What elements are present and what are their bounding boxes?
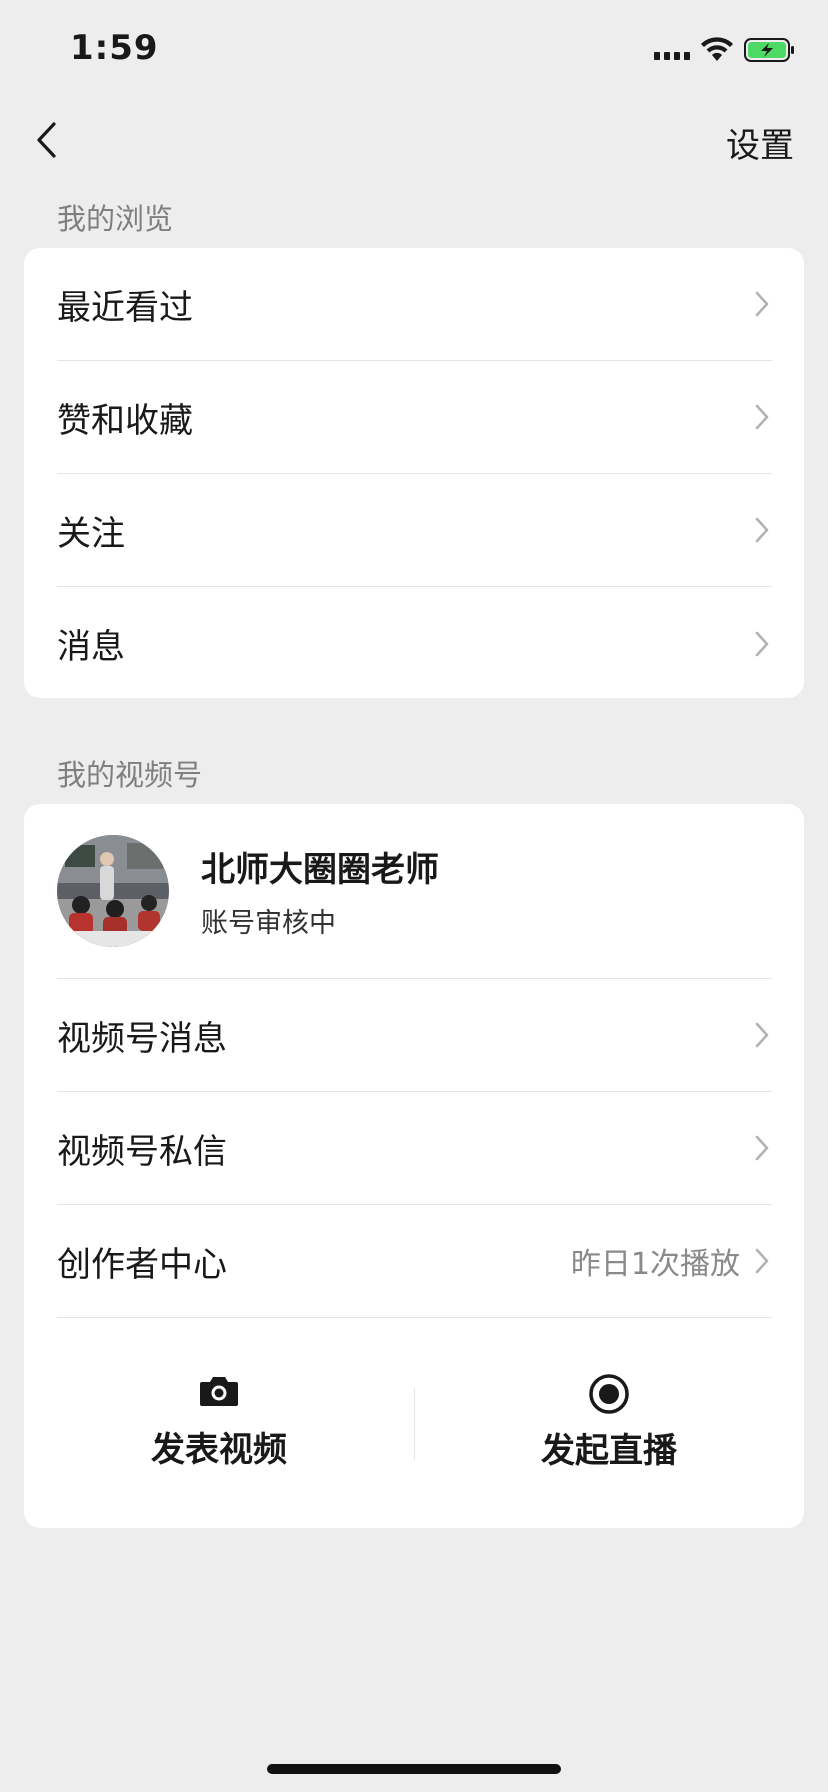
chevron-right-icon [754, 1246, 772, 1276]
row-label: 视频号私信 [57, 1131, 227, 1172]
row-label: 赞和收藏 [57, 400, 193, 441]
nav-bar: 设置 [0, 100, 828, 180]
post-video-label: 发表视频 [151, 1429, 287, 1470]
settings-link[interactable]: 设置 [726, 118, 794, 167]
profile-text: 北师大圈圈老师 账号审核中 [201, 842, 439, 940]
creator-center-row[interactable]: 创作者中心 昨日1次播放 [57, 1205, 772, 1318]
action-divider [414, 1388, 415, 1460]
wifi-icon [701, 37, 733, 61]
battery-charging-icon [744, 38, 794, 62]
channels-card: 北师大圈圈老师 账号审核中 视频号消息 视频号私信 创作者中心 昨日1次播放 发… [24, 804, 804, 1528]
go-live-label: 发起直播 [541, 1430, 677, 1471]
channels-section-title: 我的视频号 [57, 758, 203, 792]
row-label: 视频号消息 [57, 1018, 227, 1059]
home-indicator[interactable] [267, 1764, 561, 1774]
status-icons [654, 36, 796, 64]
live-record-icon [589, 1373, 629, 1414]
status-time: 1:59 [70, 28, 159, 68]
following-row[interactable]: 关注 [57, 474, 772, 587]
account-status: 账号审核中 [201, 908, 336, 939]
back-button[interactable] [24, 114, 68, 166]
channel-profile[interactable]: 北师大圈圈老师 账号审核中 [57, 804, 772, 979]
chevron-right-icon [754, 1133, 772, 1163]
chevron-right-icon [754, 402, 772, 432]
chevron-right-icon [754, 289, 772, 319]
channel-actions: 发表视频 发起直播 [24, 1318, 804, 1526]
channel-messages-row[interactable]: 视频号消息 [57, 979, 772, 1092]
status-bar: 1:59 [0, 0, 828, 100]
recently-viewed-row[interactable]: 最近看过 [57, 248, 772, 361]
row-label: 消息 [57, 627, 125, 667]
browsing-card: 最近看过 赞和收藏 关注 消息 [24, 248, 804, 698]
chevron-right-icon [754, 629, 772, 659]
row-label: 最近看过 [57, 287, 193, 328]
likes-favorites-row[interactable]: 赞和收藏 [57, 361, 772, 474]
back-chevron-icon [37, 122, 56, 158]
channel-private-messages-row[interactable]: 视频号私信 [57, 1092, 772, 1205]
cellular-signal-icon [654, 40, 690, 60]
channel-name: 北师大圈圈老师 [201, 850, 439, 890]
messages-row[interactable]: 消息 [57, 587, 772, 700]
camera-icon [200, 1376, 238, 1406]
browsing-section-title: 我的浏览 [57, 202, 174, 236]
creator-center-stat: 昨日1次播放 [570, 1247, 740, 1282]
row-label: 关注 [57, 513, 125, 554]
chevron-right-icon [754, 1020, 772, 1050]
avatar [57, 835, 169, 947]
go-live-button[interactable]: 发起直播 [414, 1318, 804, 1526]
chevron-right-icon [754, 515, 772, 545]
post-video-button[interactable]: 发表视频 [24, 1318, 414, 1526]
row-label: 创作者中心 [57, 1244, 227, 1285]
